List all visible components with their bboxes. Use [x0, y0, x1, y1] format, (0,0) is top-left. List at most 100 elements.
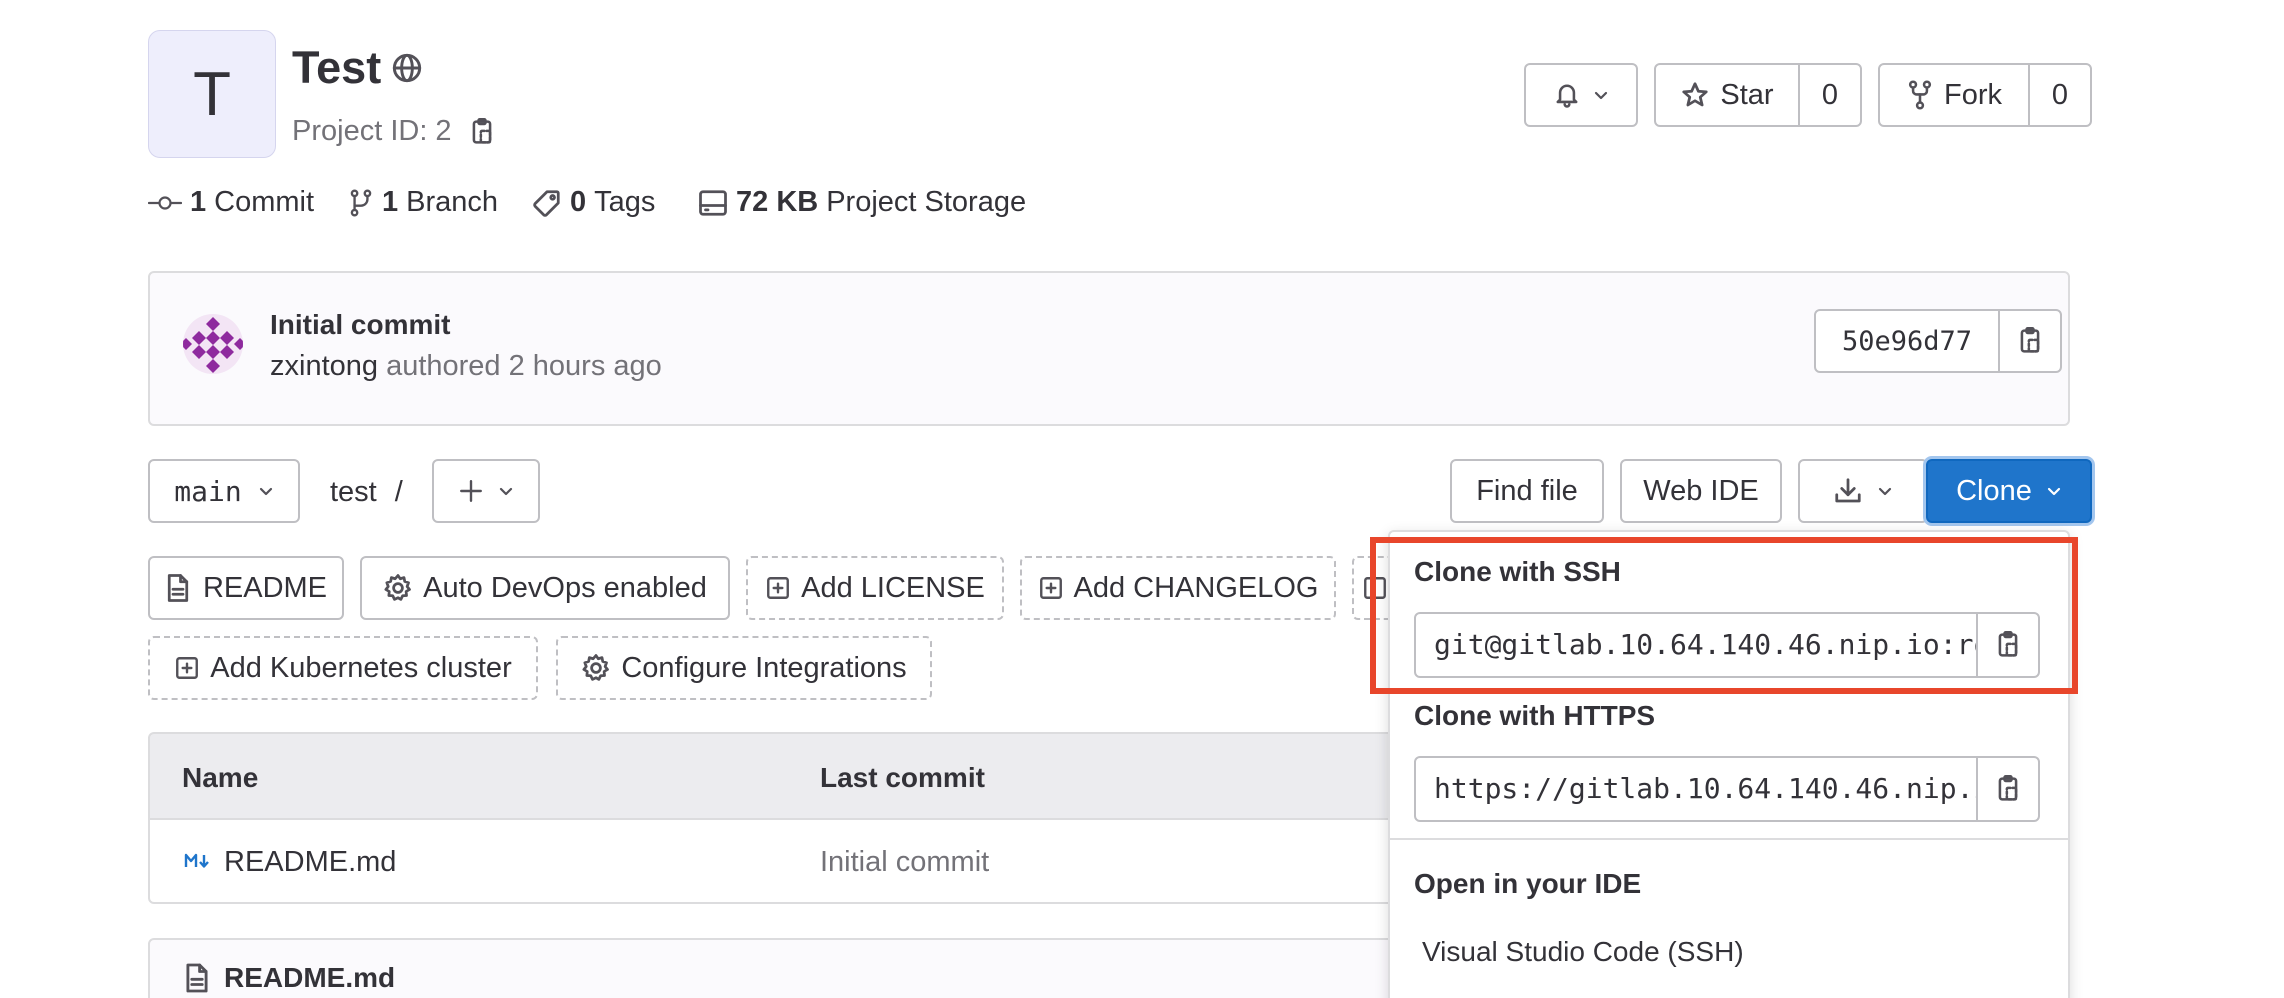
storage-size: 72 KB: [736, 186, 819, 218]
branches-label: Branch: [406, 186, 499, 218]
chevron-down-icon: [2046, 483, 2062, 499]
auto-devops-link[interactable]: Auto DevOps enabled: [360, 556, 730, 620]
commit-author[interactable]: zxintong: [270, 350, 378, 382]
fork-icon: [1906, 80, 1934, 110]
file-icon: [184, 962, 210, 994]
branch-name: main: [174, 474, 242, 508]
file-table-header: Name Last commit: [148, 732, 1408, 818]
star-icon: [1680, 80, 1710, 110]
copy-https-url-button[interactable]: [1976, 756, 2040, 822]
chevron-down-icon: [1593, 87, 1609, 103]
storage-label: Project Storage: [826, 186, 1027, 218]
gear-icon: [581, 653, 611, 683]
highlight-annotation: [1370, 537, 2078, 694]
star-count-value: 0: [1821, 78, 1839, 111]
branch-selector[interactable]: main: [148, 459, 300, 523]
project-avatar: T: [148, 30, 276, 158]
project-title-text[interactable]: Test: [292, 42, 381, 94]
find-file-label: Find file: [1476, 474, 1578, 507]
commits-stat[interactable]: 1 Commit: [148, 186, 314, 219]
branches-stat[interactable]: 1 Branch: [348, 186, 498, 219]
project-id-text: Project ID: 2: [292, 115, 452, 147]
readme-link[interactable]: README: [148, 556, 344, 620]
gear-icon: [383, 573, 413, 603]
breadcrumb-path[interactable]: test: [330, 476, 377, 509]
storage-stat[interactable]: 72 KB Project Storage: [698, 186, 1026, 219]
clone-https-label: Clone with HTTPS: [1414, 700, 1656, 731]
open-in-ide-label: Open in your IDE: [1414, 868, 1642, 899]
auto-devops-label: Auto DevOps enabled: [423, 571, 707, 604]
tags-count: 0: [570, 186, 587, 218]
configure-integrations-link[interactable]: Configure Integrations: [556, 636, 932, 700]
breadcrumb-separator: /: [394, 476, 403, 508]
plus-square-icon: [1038, 575, 1064, 601]
download-dropdown[interactable]: [1798, 459, 1928, 523]
chevron-down-icon: [1877, 483, 1893, 499]
commit-title[interactable]: Initial commit: [270, 309, 450, 341]
fork-count-value: 0: [2051, 78, 2069, 111]
column-header-last-commit: Last commit: [820, 762, 985, 793]
project-avatar-letter: T: [193, 59, 231, 129]
file-name[interactable]: README.md: [224, 846, 396, 879]
commit-time: authored 2 hours ago: [378, 350, 662, 382]
commit-meta: zxintong authored 2 hours ago: [270, 350, 662, 383]
tags-label: Tags: [594, 186, 656, 218]
chevron-down-icon: [258, 483, 274, 499]
commit-icon: [148, 191, 182, 215]
copy-sha-button[interactable]: [1998, 309, 2062, 373]
add-license-label: Add LICENSE: [801, 571, 985, 604]
notifications-dropdown-button[interactable]: [1524, 63, 1638, 127]
fork-count[interactable]: 0: [2028, 63, 2092, 127]
web-ide-label: Web IDE: [1643, 474, 1759, 507]
fork-label: Fork: [1944, 78, 2002, 111]
add-kubernetes-label: Add Kubernetes cluster: [210, 651, 512, 684]
table-row[interactable]: README.md Initial commit: [148, 818, 1408, 904]
file-icon: [165, 573, 191, 603]
plus-square-icon: [765, 575, 791, 601]
tags-stat[interactable]: 0 Tags: [532, 186, 655, 219]
commits-label: Commit: [214, 186, 315, 218]
fork-button[interactable]: Fork: [1878, 63, 2030, 127]
storage-icon: [698, 189, 728, 217]
bell-icon: [1553, 80, 1581, 110]
commit-sha[interactable]: 50e96d77: [1814, 309, 2000, 373]
configure-integrations-label: Configure Integrations: [621, 651, 907, 684]
readme-panel: README.md: [148, 938, 1408, 998]
author-avatar[interactable]: [182, 313, 244, 375]
project-title[interactable]: Test: [292, 42, 423, 94]
file-last-commit[interactable]: Initial commit: [820, 846, 989, 879]
plus-square-icon: [174, 655, 200, 681]
branch-icon: [348, 188, 374, 218]
commit-sha-text: 50e96d77: [1841, 325, 1973, 357]
project-id: Project ID: 2: [292, 115, 496, 148]
clone-label: Clone: [1956, 474, 2032, 507]
plus-icon: [458, 478, 484, 504]
globe-icon: [391, 52, 423, 84]
star-count[interactable]: 0: [1798, 63, 1862, 127]
commits-count: 1: [190, 186, 207, 218]
chevron-down-icon: [498, 483, 514, 499]
copy-project-id-icon[interactable]: [468, 117, 496, 147]
dropdown-divider: [1390, 838, 2068, 840]
add-license-link[interactable]: Add LICENSE: [746, 556, 1004, 620]
readme-link-label: README: [202, 571, 328, 604]
tag-icon: [532, 188, 562, 218]
add-changelog-link[interactable]: Add CHANGELOG: [1020, 556, 1336, 620]
add-kubernetes-link[interactable]: Add Kubernetes cluster: [148, 636, 538, 700]
breadcrumb: test /: [330, 476, 403, 509]
copy-icon: [2016, 326, 2044, 356]
ide-vscode-ssh-item[interactable]: Visual Studio Code (SSH): [1422, 936, 1744, 968]
readme-panel-title[interactable]: README.md: [224, 962, 395, 994]
markdown-icon: [184, 852, 212, 870]
web-ide-button[interactable]: Web IDE: [1620, 459, 1782, 523]
star-button[interactable]: Star: [1654, 63, 1800, 127]
column-header-name: Name: [182, 762, 259, 793]
clone-button[interactable]: Clone: [1926, 459, 2092, 523]
find-file-button[interactable]: Find file: [1450, 459, 1604, 523]
star-label: Star: [1720, 78, 1774, 111]
clone-https-input[interactable]: https://gitlab.10.64.140.46.nip.io/root/…: [1414, 756, 1978, 822]
branches-count: 1: [382, 186, 399, 218]
copy-icon: [1994, 774, 2022, 804]
add-to-tree-dropdown[interactable]: [432, 459, 540, 523]
last-commit-panel: [148, 271, 2070, 426]
